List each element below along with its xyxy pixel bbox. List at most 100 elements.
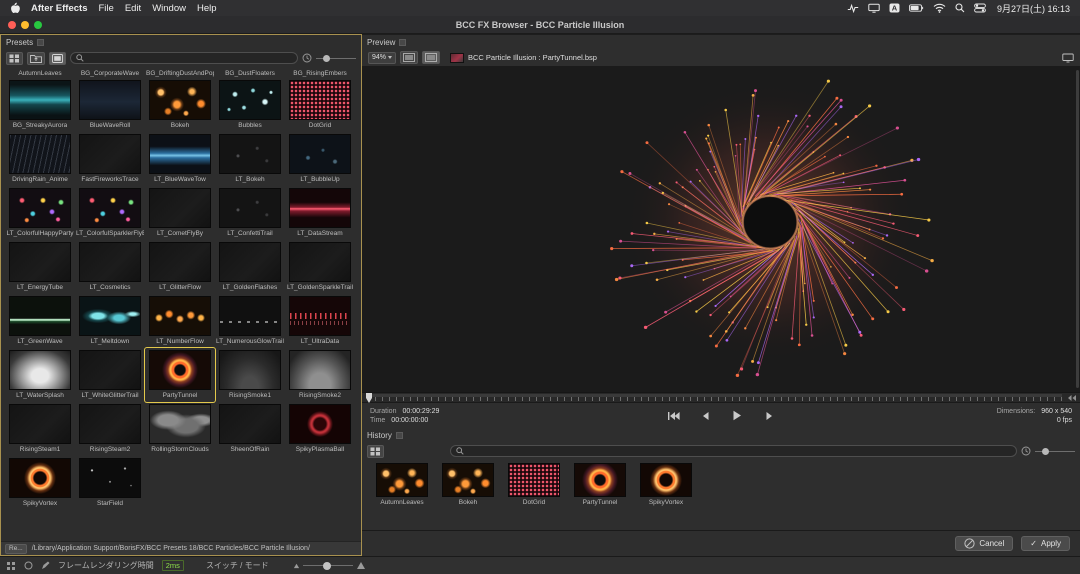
preset-item[interactable]: RisingSteam2 xyxy=(75,402,145,456)
control-center-icon[interactable] xyxy=(974,3,986,13)
activity-icon[interactable] xyxy=(847,3,859,13)
history-item[interactable]: Bokeh xyxy=(440,463,496,530)
preset-item[interactable]: LT_DataStream xyxy=(285,186,355,240)
preview-canvas[interactable] xyxy=(362,66,1080,392)
preset-item[interactable]: LT_ColorfulHappyParty xyxy=(5,186,75,240)
preset-item[interactable]: SpikyPlasmaBall xyxy=(285,402,355,456)
preset-item[interactable]: PartyTunnel xyxy=(145,348,215,402)
history-item[interactable]: SpikyVortex xyxy=(638,463,694,530)
app-menu-title[interactable]: After Effects xyxy=(31,3,88,14)
play-button[interactable] xyxy=(728,409,746,422)
preset-item[interactable]: LT_EnergyTube xyxy=(5,240,75,294)
preset-item[interactable]: LT_Cosmetics xyxy=(75,240,145,294)
preset-item[interactable]: LT_BubbleUp xyxy=(285,132,355,186)
preset-item[interactable]: LT_WaterSplash xyxy=(5,348,75,402)
close-window-button[interactable] xyxy=(8,21,16,29)
source-view-button[interactable] xyxy=(400,51,418,64)
preview-timeline[interactable] xyxy=(362,392,1080,402)
presets-collapse-button[interactable] xyxy=(37,39,44,46)
preset-item[interactable]: DrivingRain_Anime xyxy=(5,132,75,186)
preset-item[interactable]: FastFireworksTrace xyxy=(75,132,145,186)
timeline-playhead[interactable] xyxy=(366,393,372,403)
preset-item[interactable]: BG_DustFloaters xyxy=(215,68,285,78)
preset-item[interactable]: LT_CometFlyBy xyxy=(145,186,215,240)
preset-item[interactable]: SpikyVortex xyxy=(5,456,75,510)
preset-item[interactable]: LT_BlueWaveTow xyxy=(145,132,215,186)
switches-label[interactable]: スイッチ / モード xyxy=(206,560,269,571)
effect-view-button[interactable] xyxy=(422,51,440,64)
recent-searches-icon[interactable] xyxy=(302,53,312,63)
preset-item[interactable]: LT_ConfettiTrail xyxy=(215,186,285,240)
ae-grid-icon[interactable] xyxy=(6,561,16,571)
preset-item[interactable]: Bubbles xyxy=(215,78,285,132)
menubar-clock[interactable]: 9月27日(土) 16:13 xyxy=(997,2,1070,15)
timeline-zoom-slider[interactable] xyxy=(293,561,366,570)
parent-folder-button[interactable] xyxy=(27,52,45,65)
monitor-icon[interactable] xyxy=(1062,53,1074,63)
preset-item[interactable]: BlueWaveRoll xyxy=(75,78,145,132)
apple-icon[interactable] xyxy=(10,2,20,14)
menu-file[interactable]: File xyxy=(99,3,114,14)
preset-item[interactable]: RisingSmoke1 xyxy=(215,348,285,402)
preset-item[interactable]: BG_RisingEmbers xyxy=(285,68,355,78)
preset-item[interactable]: AutumnLeaves xyxy=(5,68,75,78)
menu-help[interactable]: Help xyxy=(197,3,217,14)
preset-item[interactable]: SheenOfRain xyxy=(215,402,285,456)
preset-item[interactable]: LT_NumberFlow xyxy=(145,294,215,348)
history-grid-view-button[interactable] xyxy=(367,445,384,458)
history-thumbnail-size-slider[interactable] xyxy=(1035,446,1075,456)
preview-scrollbar[interactable] xyxy=(1076,70,1079,388)
preset-item[interactable]: DotGrid xyxy=(285,78,355,132)
preset-item[interactable]: StarField xyxy=(75,456,145,510)
preset-item[interactable]: LT_NumerousGlowTrail xyxy=(215,294,285,348)
reveal-path-button[interactable]: Re... xyxy=(5,544,27,554)
preview-collapse-button[interactable] xyxy=(399,39,406,46)
step-forward-button[interactable] xyxy=(760,409,778,422)
preview-pane-toggle[interactable] xyxy=(49,52,66,65)
preset-item[interactable]: BG_CorporateWave xyxy=(75,68,145,78)
ae-pen-icon[interactable] xyxy=(41,561,50,570)
menu-window[interactable]: Window xyxy=(152,3,186,14)
preset-item[interactable]: RollingStormClouds xyxy=(145,402,215,456)
preset-item[interactable]: LT_WhiteGlitterTrail xyxy=(75,348,145,402)
preset-item[interactable]: Bokeh xyxy=(145,78,215,132)
step-back-button[interactable] xyxy=(696,409,714,422)
preset-item[interactable]: LT_GlitterFlow xyxy=(145,240,215,294)
preset-item[interactable]: BG_DriftingDustAndPop xyxy=(145,68,215,78)
display-icon[interactable] xyxy=(868,3,880,13)
preset-item[interactable]: LT_GreenWave xyxy=(5,294,75,348)
frame-render-value[interactable]: 2ms xyxy=(162,560,184,571)
battery-icon[interactable] xyxy=(909,4,924,12)
zoom-window-button[interactable] xyxy=(34,21,42,29)
preset-item[interactable]: RisingSteam1 xyxy=(5,402,75,456)
grid-view-button[interactable] xyxy=(6,52,23,65)
wifi-icon[interactable] xyxy=(933,3,946,13)
minimize-window-button[interactable] xyxy=(21,21,29,29)
history-search-input[interactable] xyxy=(450,445,1017,457)
input-source-icon[interactable]: A xyxy=(889,3,900,13)
cancel-button[interactable]: Cancel xyxy=(955,536,1013,551)
spotlight-icon[interactable] xyxy=(955,3,965,13)
window-titlebar[interactable]: BCC FX Browser - BCC Particle Illusion xyxy=(0,16,1080,34)
menu-edit[interactable]: Edit xyxy=(125,3,141,14)
preset-item[interactable]: LT_GoldenFlashes xyxy=(215,240,285,294)
ae-circle-icon[interactable] xyxy=(24,561,33,570)
preset-item[interactable]: BG_StreakyAurora xyxy=(5,78,75,132)
history-item[interactable]: PartyTunnel xyxy=(572,463,628,530)
thumbnail-size-slider[interactable] xyxy=(316,53,356,63)
timeline-zoom-knob[interactable] xyxy=(323,562,331,570)
recent-searches-icon[interactable] xyxy=(1021,446,1031,456)
apply-button[interactable]: ✓ Apply xyxy=(1021,536,1070,551)
preset-item[interactable]: RisingSmoke2 xyxy=(285,348,355,402)
presets-search-input[interactable] xyxy=(70,52,298,64)
history-item[interactable]: AutumnLeaves xyxy=(374,463,430,530)
go-to-start-button[interactable] xyxy=(664,409,682,422)
history-collapse-button[interactable] xyxy=(396,432,403,439)
zoom-level-select[interactable]: 94% xyxy=(368,52,396,64)
preset-item[interactable]: LT_GoldenSparkleTrail xyxy=(285,240,355,294)
preset-item[interactable]: LT_UltraData xyxy=(285,294,355,348)
preset-item[interactable]: LT_ColorfulSparklerFlyBy xyxy=(75,186,145,240)
preset-item[interactable]: LT_Meltdown xyxy=(75,294,145,348)
preset-item[interactable]: LT_Bokeh xyxy=(215,132,285,186)
history-item[interactable]: DotGrid xyxy=(506,463,562,530)
